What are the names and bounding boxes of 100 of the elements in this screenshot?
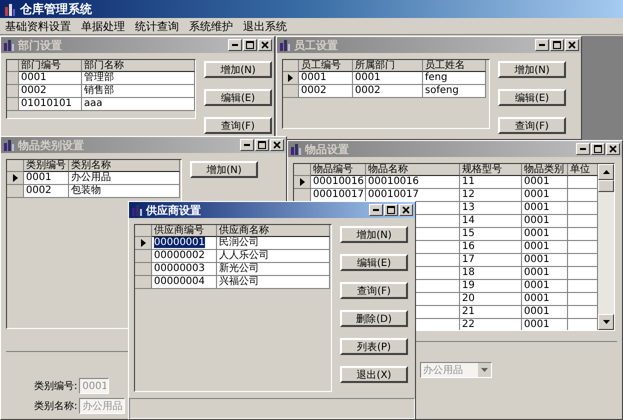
- current-row-icon: [300, 178, 304, 186]
- command-button[interactable]: 编辑(E): [340, 254, 408, 271]
- table-cell: 21: [460, 306, 522, 319]
- maximize-button[interactable]: [384, 204, 398, 216]
- table-cell: 00010016: [311, 176, 366, 189]
- table-cell: 人人乐公司: [217, 250, 330, 263]
- down-arrow-icon: [602, 320, 610, 324]
- window-icon: [279, 39, 291, 51]
- table-cell: 0001: [522, 228, 568, 241]
- minimize-button[interactable]: [228, 39, 242, 51]
- close-button[interactable]: [258, 39, 272, 51]
- field-label: 类别编号:: [34, 380, 78, 393]
- command-button[interactable]: 增加(N): [498, 61, 566, 78]
- minimize-button[interactable]: [369, 204, 383, 216]
- menu-item[interactable]: 统计查询: [135, 18, 179, 34]
- window-title: 物品类别设置: [18, 138, 84, 152]
- table-cell: 0001: [522, 176, 568, 189]
- minimize-button[interactable]: [535, 39, 549, 51]
- command-button[interactable]: 编辑(E): [204, 89, 272, 106]
- close-icon: [609, 145, 617, 153]
- table-cell: 0001: [522, 202, 568, 215]
- maximize-icon: [246, 41, 254, 49]
- minimize-button[interactable]: [240, 139, 254, 151]
- window-icon: [131, 204, 143, 216]
- column-header[interactable]: 员工编号: [299, 60, 353, 72]
- column-header[interactable]: 类别编号: [24, 160, 69, 172]
- table-cell: 0002: [353, 85, 423, 98]
- command-button[interactable]: 查询(F): [204, 117, 272, 134]
- command-button[interactable]: 查询(F): [340, 282, 408, 299]
- table-cell: feng: [423, 72, 486, 85]
- minimize-icon: [580, 148, 586, 150]
- command-button[interactable]: 查询(F): [498, 117, 566, 134]
- column-header[interactable]: 物品名称: [366, 164, 460, 176]
- command-button[interactable]: 增加(N): [204, 61, 272, 78]
- table-cell: 0001: [353, 72, 423, 85]
- window-icon: [290, 143, 302, 155]
- table-cell: 22: [460, 319, 522, 330]
- table-cell: 19: [460, 280, 522, 293]
- table-cell: 0001: [522, 306, 568, 319]
- close-button[interactable]: [606, 143, 620, 155]
- table-cell: 0002: [299, 85, 353, 98]
- column-header[interactable]: 物品类别: [522, 164, 568, 176]
- column-header[interactable]: 类别名称: [69, 160, 180, 172]
- maximize-button[interactable]: [255, 139, 269, 151]
- column-header[interactable]: 单位: [568, 164, 598, 176]
- scroll-down-button[interactable]: [598, 314, 614, 330]
- menu-item[interactable]: 基础资料设置: [5, 18, 71, 34]
- table-cell: 12: [460, 189, 522, 202]
- row-selector[interactable]: [135, 237, 152, 250]
- table-cell: 01010101: [19, 98, 82, 111]
- table-cell: 0001: [24, 172, 69, 185]
- command-button[interactable]: 增加(N): [340, 226, 408, 243]
- maximize-icon: [387, 206, 395, 214]
- minimize-icon: [539, 44, 545, 46]
- close-button[interactable]: [399, 204, 413, 216]
- table-cell: 00000001: [152, 237, 217, 250]
- command-button[interactable]: 列表(P): [340, 338, 408, 355]
- table-cell: 0001: [299, 72, 353, 85]
- menu-item[interactable]: 系统维护: [189, 18, 233, 34]
- close-icon: [568, 41, 576, 49]
- maximize-button[interactable]: [243, 39, 257, 51]
- window-title: 部门设置: [18, 38, 62, 52]
- table-cell: 兴福公司: [217, 276, 330, 289]
- command-button[interactable]: 退出(X): [340, 366, 408, 383]
- minimize-button[interactable]: [576, 143, 590, 155]
- window-icon: [3, 139, 15, 151]
- row-selector[interactable]: [7, 172, 24, 185]
- maximize-button[interactable]: [550, 39, 564, 51]
- command-button[interactable]: 增加(N): [190, 161, 258, 178]
- table-cell: 0001: [522, 254, 568, 267]
- table-cell: 0002: [24, 185, 69, 198]
- column-header[interactable]: 规格型号: [460, 164, 522, 176]
- current-row-icon: [288, 74, 293, 82]
- maximize-button[interactable]: [591, 143, 605, 155]
- menu-item[interactable]: 单据处理: [81, 18, 125, 34]
- vertical-scrollbar[interactable]: [598, 164, 614, 330]
- window-title: 员工设置: [294, 38, 338, 52]
- table-cell: 0001: [19, 72, 82, 85]
- table-cell: 16: [460, 241, 522, 254]
- scroll-up-button[interactable]: [598, 164, 614, 180]
- minimize-icon: [232, 44, 238, 46]
- command-button[interactable]: 编辑(E): [498, 89, 566, 106]
- close-button[interactable]: [565, 39, 579, 51]
- table-cell: 00010017: [366, 189, 460, 202]
- table-cell: 00000004: [152, 276, 217, 289]
- command-button[interactable]: 删除(D): [340, 310, 408, 327]
- row-selector[interactable]: [283, 72, 299, 85]
- row-selector[interactable]: [294, 176, 311, 189]
- close-button[interactable]: [270, 139, 284, 151]
- table-cell: 0001: [522, 189, 568, 202]
- column-header[interactable]: 员工姓名: [423, 60, 486, 72]
- menu-item[interactable]: 退出系统: [243, 18, 287, 34]
- table-cell: 0001: [522, 280, 568, 293]
- column-header[interactable]: 物品编号: [311, 164, 366, 176]
- scroll-thumb[interactable]: [598, 180, 614, 192]
- table-cell: aaa: [82, 98, 195, 111]
- minimize-icon: [244, 144, 250, 146]
- table-cell: 0002: [19, 85, 82, 98]
- maximize-icon: [553, 41, 561, 49]
- table-cell: 0001: [522, 241, 568, 254]
